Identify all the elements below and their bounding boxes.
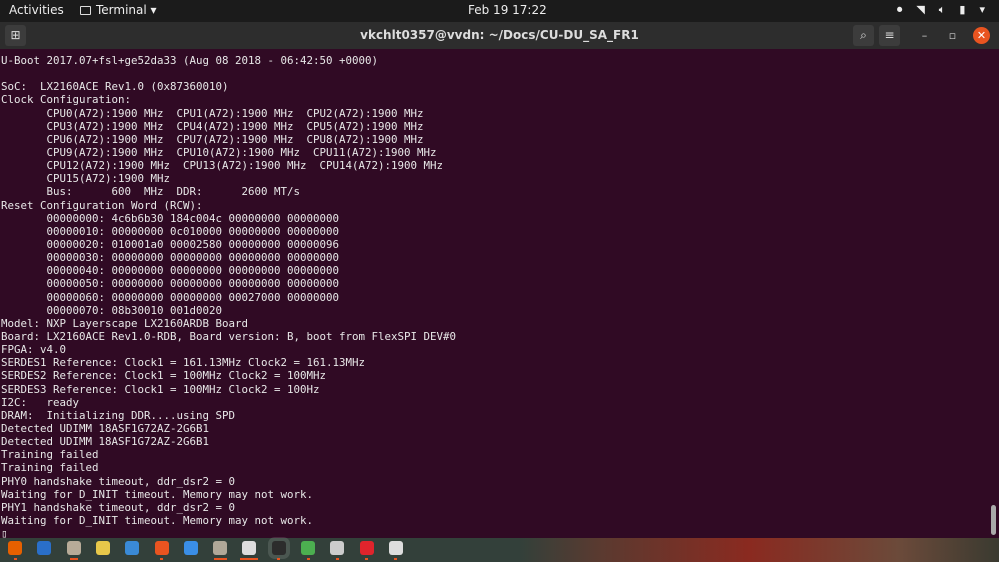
running-indicator bbox=[365, 558, 369, 560]
terminal-line: DRAM: Initializing DDR....using SPD bbox=[1, 408, 236, 422]
terminal-line: Clock Configuration: bbox=[1, 93, 132, 107]
terminal-line: Reset Configuration Word (RCW): bbox=[1, 198, 203, 212]
running-indicator bbox=[306, 558, 310, 560]
running-indicator bbox=[240, 558, 259, 560]
scrollbar[interactable] bbox=[991, 505, 996, 535]
search-icon: ⌕ bbox=[860, 28, 867, 42]
terminal-line: FPGA: v4.0 bbox=[1, 343, 67, 357]
record-icon[interactable]: ⏺ bbox=[897, 3, 903, 17]
battery-icon: ▮ bbox=[959, 3, 966, 16]
terminal-line: 00000050: 00000000 00000000 00000000 000… bbox=[1, 277, 340, 291]
terminal-line: CPU9(A72):1900 MHz CPU10(A72):1900 MHz C… bbox=[1, 145, 437, 159]
minimize-button[interactable]: – bbox=[916, 27, 933, 44]
terminal-line: Detected UDIMM 18ASF1G72AZ-2G6B1 bbox=[1, 435, 210, 449]
running-indicator bbox=[160, 558, 163, 560]
search-button[interactable]: ⌕ bbox=[853, 25, 874, 46]
terminal-line: SoC: LX2160ACE Rev1.0 (0x87360010) bbox=[1, 80, 229, 94]
maximize-button[interactable]: ▫ bbox=[944, 27, 961, 44]
terminal-line: 00000010: 00000000 0c010000 00000000 000… bbox=[1, 224, 340, 238]
app-menu-label: Terminal ▾ bbox=[96, 3, 157, 17]
terminal-icon[interactable] bbox=[267, 537, 290, 559]
app-menu[interactable]: Terminal ▾ bbox=[80, 3, 157, 17]
rhythmbox-icon[interactable] bbox=[95, 541, 110, 555]
files-icon[interactable] bbox=[66, 541, 81, 555]
close-button[interactable]: ✕ bbox=[973, 27, 990, 44]
hamburger-icon: ≡ bbox=[884, 28, 895, 42]
terminal-line: Model: NXP Layerscape LX2160ARDB Board bbox=[1, 316, 249, 330]
window-titlebar[interactable]: ⊞ vkchlt0357@vvdn: ~/Docs/CU-DU_SA_FR1 ⌕… bbox=[0, 22, 999, 49]
system-tray[interactable]: ⏺ ◥ 🔈︎ ▮ ▾ bbox=[897, 3, 985, 17]
close-icon: ✕ bbox=[976, 29, 987, 42]
window-title: vkchlt0357@vvdn: ~/Docs/CU-DU_SA_FR1 bbox=[360, 28, 639, 42]
firefox-icon[interactable] bbox=[8, 541, 22, 555]
terminal-line: SERDES1 Reference: Clock1 = 161.13MHz Cl… bbox=[1, 356, 366, 370]
help-icon[interactable] bbox=[183, 541, 198, 555]
volume-icon: 🔈︎ bbox=[938, 3, 946, 16]
chevron-down-icon: ▾ bbox=[979, 3, 985, 16]
writer-icon[interactable] bbox=[125, 541, 140, 555]
activities-button[interactable]: Activities bbox=[9, 3, 64, 17]
terminal-line: CPU15(A72):1900 MHz bbox=[1, 172, 171, 186]
software-icon[interactable] bbox=[154, 541, 169, 555]
running-indicator bbox=[277, 558, 281, 560]
terminal-output[interactable]: U-Boot 2017.07+fsl+ge52da33 (Aug 08 2018… bbox=[1, 54, 986, 540]
terminal-line: 00000040: 00000000 00000000 00000000 000… bbox=[1, 264, 340, 278]
menu-button[interactable]: ≡ bbox=[879, 25, 900, 46]
terminal-line: U-Boot 2017.07+fsl+ge52da33 (Aug 08 2018… bbox=[1, 54, 379, 67]
running-indicator bbox=[213, 558, 227, 560]
terminal-line: Waiting for D_INIT timeout. Memory may n… bbox=[1, 513, 314, 527]
wifi-icon: ◥ bbox=[916, 3, 925, 16]
alert-icon[interactable] bbox=[359, 541, 374, 555]
terminal-line: 00000030: 00000000 00000000 00000000 000… bbox=[1, 251, 340, 265]
running-indicator bbox=[394, 558, 398, 560]
terminal-line: CPU12(A72):1900 MHz CPU13(A72):1900 MHz … bbox=[1, 159, 444, 173]
terminal-line: CPU0(A72):1900 MHz CPU1(A72):1900 MHz CP… bbox=[1, 106, 424, 120]
top-bar: Activities Terminal ▾ Feb 19 17:22 ⏺ ◥ 🔈… bbox=[0, 0, 999, 22]
terminal-line: SERDES2 Reference: Clock1 = 100MHz Clock… bbox=[1, 369, 327, 383]
terminal-line: SERDES3 Reference: Clock1 = 100MHz Clock… bbox=[1, 382, 320, 396]
terminal-line: CPU6(A72):1900 MHz CPU7(A72):1900 MHz CP… bbox=[1, 132, 424, 146]
terminal-line: 00000070: 08b30010 001d0020 bbox=[1, 303, 223, 317]
terminal-line: Training failed bbox=[1, 461, 99, 475]
terminal-line: Detected UDIMM 18ASF1G72AZ-2G6B1 bbox=[1, 421, 210, 435]
terminal-line: Training failed bbox=[1, 448, 99, 462]
terminal-line: PHY0 handshake timeout, ddr_dsr2 = 0 bbox=[1, 474, 236, 488]
running-indicator bbox=[69, 558, 78, 560]
running-indicator bbox=[335, 558, 339, 560]
terminal-line: 00000060: 00000000 00000000 00027000 000… bbox=[1, 290, 340, 304]
terminal-line: CPU3(A72):1900 MHz CPU4(A72):1900 MHz CP… bbox=[1, 119, 424, 133]
terminal-app-icon bbox=[80, 5, 91, 15]
thunderbird-icon[interactable] bbox=[37, 541, 52, 555]
terminal-line: 00000020: 010001a0 00002580 00000000 000… bbox=[1, 237, 340, 251]
terminal-line: Board: LX2160ACE Rev1.0-RDB, Board versi… bbox=[1, 329, 457, 343]
clock[interactable]: Feb 19 17:22 bbox=[468, 3, 547, 17]
terminal-line: Bus: 600 MHz DDR: 2600 MT/s bbox=[1, 185, 301, 199]
terminal-line: PHY1 handshake timeout, ddr_dsr2 = 0 bbox=[1, 500, 236, 514]
terminal-line: 00000000: 4c6b6b30 184c004c 00000000 000… bbox=[1, 211, 340, 225]
archive-icon[interactable] bbox=[213, 541, 228, 555]
dock bbox=[0, 537, 999, 562]
chrome-icon[interactable] bbox=[301, 541, 315, 555]
running-indicator bbox=[13, 558, 17, 560]
document-viewer-icon[interactable] bbox=[242, 541, 257, 555]
app-grid-icon[interactable] bbox=[388, 541, 403, 555]
disk-icon[interactable] bbox=[330, 541, 345, 555]
terminal-line: Waiting for D_INIT timeout. Memory may n… bbox=[1, 487, 314, 501]
terminal-line: I2C: ready bbox=[1, 395, 80, 409]
